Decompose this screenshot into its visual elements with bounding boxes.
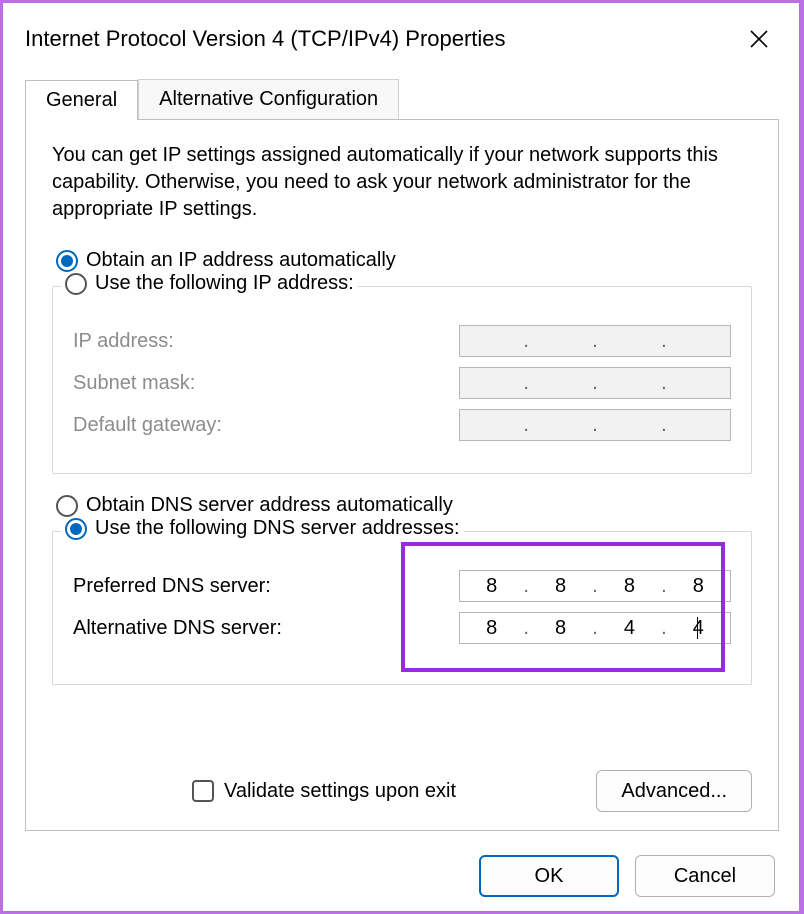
dialog-button-row: OK Cancel [479,855,775,897]
panel-bottom-row: Validate settings upon exit Advanced... [52,770,752,812]
radio-use-following-ip[interactable]: Use the following IP address: [61,272,358,295]
groupbox-ip: Use the following IP address: IP address… [52,286,752,474]
input-ip-address: ... [459,325,731,357]
label-ip-address: IP address: [73,330,174,353]
close-button[interactable] [739,19,779,59]
dialog-window: Internet Protocol Version 4 (TCP/IPv4) P… [5,3,799,911]
text-caret [697,617,698,639]
ok-button-label: OK [535,865,564,888]
radio-icon [65,273,87,295]
radio-icon [65,518,87,540]
label-alternative-dns: Alternative DNS server: [73,617,282,640]
advanced-button-label: Advanced... [621,780,727,803]
input-default-gateway: ... [459,409,731,441]
cancel-button[interactable]: Cancel [635,855,775,897]
radio-use-following-dns-label: Use the following DNS server addresses: [95,517,460,540]
input-preferred-dns[interactable]: 8. 8. 8. 8 [459,570,731,602]
dialog-title: Internet Protocol Version 4 (TCP/IPv4) P… [25,26,506,52]
radio-obtain-dns-auto[interactable]: Obtain DNS server address automatically [56,494,752,517]
advanced-button[interactable]: Advanced... [596,770,752,812]
radio-obtain-ip-auto-label: Obtain an IP address automatically [86,249,396,272]
label-default-gateway: Default gateway: [73,414,222,437]
tab-alternative-configuration[interactable]: Alternative Configuration [138,79,399,119]
label-preferred-dns: Preferred DNS server: [73,575,271,598]
radio-obtain-ip-auto[interactable]: Obtain an IP address automatically [56,249,752,272]
tab-alternative-label: Alternative Configuration [159,88,378,110]
label-subnet-mask: Subnet mask: [73,372,195,395]
ok-button[interactable]: OK [479,855,619,897]
titlebar: Internet Protocol Version 4 (TCP/IPv4) P… [5,3,799,69]
tab-panel-general: You can get IP settings assigned automat… [25,119,779,831]
tab-strip: General Alternative Configuration [25,79,779,119]
checkbox-validate-label: Validate settings upon exit [224,780,456,803]
radio-use-following-dns[interactable]: Use the following DNS server addresses: [61,517,464,540]
groupbox-dns: Use the following DNS server addresses: … [52,531,752,685]
tab-general[interactable]: General [25,80,138,120]
radio-obtain-dns-auto-label: Obtain DNS server address automatically [86,494,453,517]
radio-use-following-ip-label: Use the following IP address: [95,272,354,295]
input-subnet-mask: ... [459,367,731,399]
checkbox-icon [192,780,214,802]
tab-general-label: General [46,89,117,111]
radio-icon [56,250,78,272]
checkbox-validate-on-exit[interactable]: Validate settings upon exit [192,780,456,803]
radio-icon [56,495,78,517]
close-icon [749,29,769,49]
description-text: You can get IP settings assigned automat… [52,142,752,223]
input-alternative-dns[interactable]: 8. 8. 4. 4 [459,612,731,644]
cancel-button-label: Cancel [674,865,736,888]
annotation-highlight [401,542,725,672]
